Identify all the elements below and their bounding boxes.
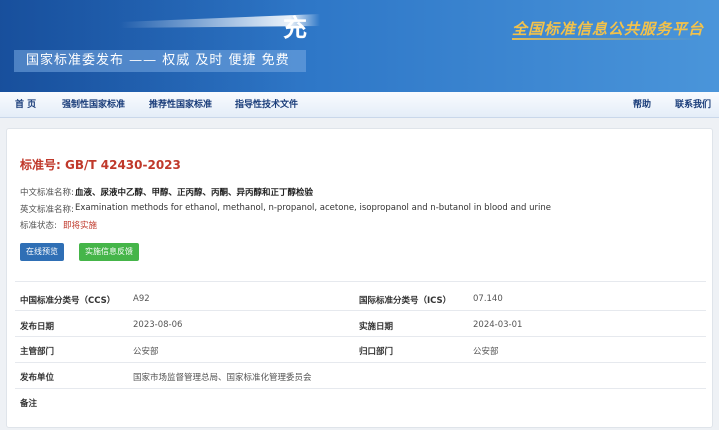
status-value: 即将实施 [63, 221, 98, 231]
impl-date-value: 2024-03-01 [473, 320, 523, 330]
banner-glow [0, 0, 300, 92]
platform-name-underline [512, 38, 697, 40]
cn-name-label: 中文标准名称: [20, 188, 74, 198]
remarks-label: 备注 [20, 399, 38, 409]
central-dept-label: 归口部门 [359, 347, 394, 357]
nav-help[interactable]: 帮助 [633, 92, 651, 118]
platform-name-logo: 全国标准信息公共服务平台 [512, 20, 705, 38]
cn-name-value: 血液、尿液中乙醇、甲醇、正丙醇、丙酮、异丙醇和正丁醇检验 [75, 188, 314, 198]
dept-value: 公安部 [133, 347, 159, 357]
publisher-value: 国家市场监督管理总局、国家标准化管理委员会 [133, 373, 312, 383]
impl-date-label: 实施日期 [359, 322, 394, 332]
standard-number: GB/T 42430-2023 [65, 158, 181, 172]
standard-number-label: 标准号: [20, 158, 61, 172]
standard-number-heading: 标准号: GB/T 42430-2023 [20, 156, 181, 173]
publish-date-label: 发布日期 [20, 322, 55, 332]
dept-label: 主管部门 [20, 347, 55, 357]
divider [15, 281, 706, 282]
ics-value: 07.140 [473, 294, 503, 304]
status-label: 标准状态: [20, 221, 57, 231]
divider [15, 336, 706, 337]
implementation-feedback-button[interactable]: 实施信息反馈 [79, 243, 139, 261]
en-name-value: Examination methods for ethanol, methano… [75, 203, 551, 213]
central-dept-value: 公安部 [473, 347, 499, 357]
banner-tagline: 国家标准委发布 —— 权威 及时 便捷 免费 [14, 50, 306, 72]
ccs-label: 中国标准分类号（CCS） [20, 296, 116, 306]
nav-contact-us[interactable]: 联系我们 [675, 92, 711, 118]
standard-detail-card: 标准号: GB/T 42430-2023 中文标准名称: 血液、尿液中乙醇、甲醇… [6, 128, 713, 428]
en-name-label: 英文标准名称: [20, 205, 74, 215]
divider [15, 388, 706, 389]
online-preview-button[interactable]: 在线预览 [20, 243, 64, 261]
divider [15, 310, 706, 311]
ccs-value: A92 [133, 294, 150, 304]
publisher-label: 发布单位 [20, 373, 55, 383]
nav-mandatory-standards[interactable]: 强制性国家标准 [62, 92, 125, 118]
nav-guidance-documents[interactable]: 指导性技术文件 [235, 92, 298, 118]
divider [15, 362, 706, 363]
site-banner: 充 国家标准委发布 —— 权威 及时 便捷 免费 全国标准信息公共服务平台 [0, 0, 719, 92]
main-nav: 首 页 强制性国家标准 推荐性国家标准 指导性技术文件 帮助 联系我们 [0, 92, 719, 118]
ics-label: 国际标准分类号（ICS） [359, 296, 452, 306]
banner-header-char: 充 [283, 14, 307, 42]
publish-date-value: 2023-08-06 [133, 320, 183, 330]
nav-home[interactable]: 首 页 [15, 92, 36, 118]
nav-recommended-standards[interactable]: 推荐性国家标准 [149, 92, 212, 118]
